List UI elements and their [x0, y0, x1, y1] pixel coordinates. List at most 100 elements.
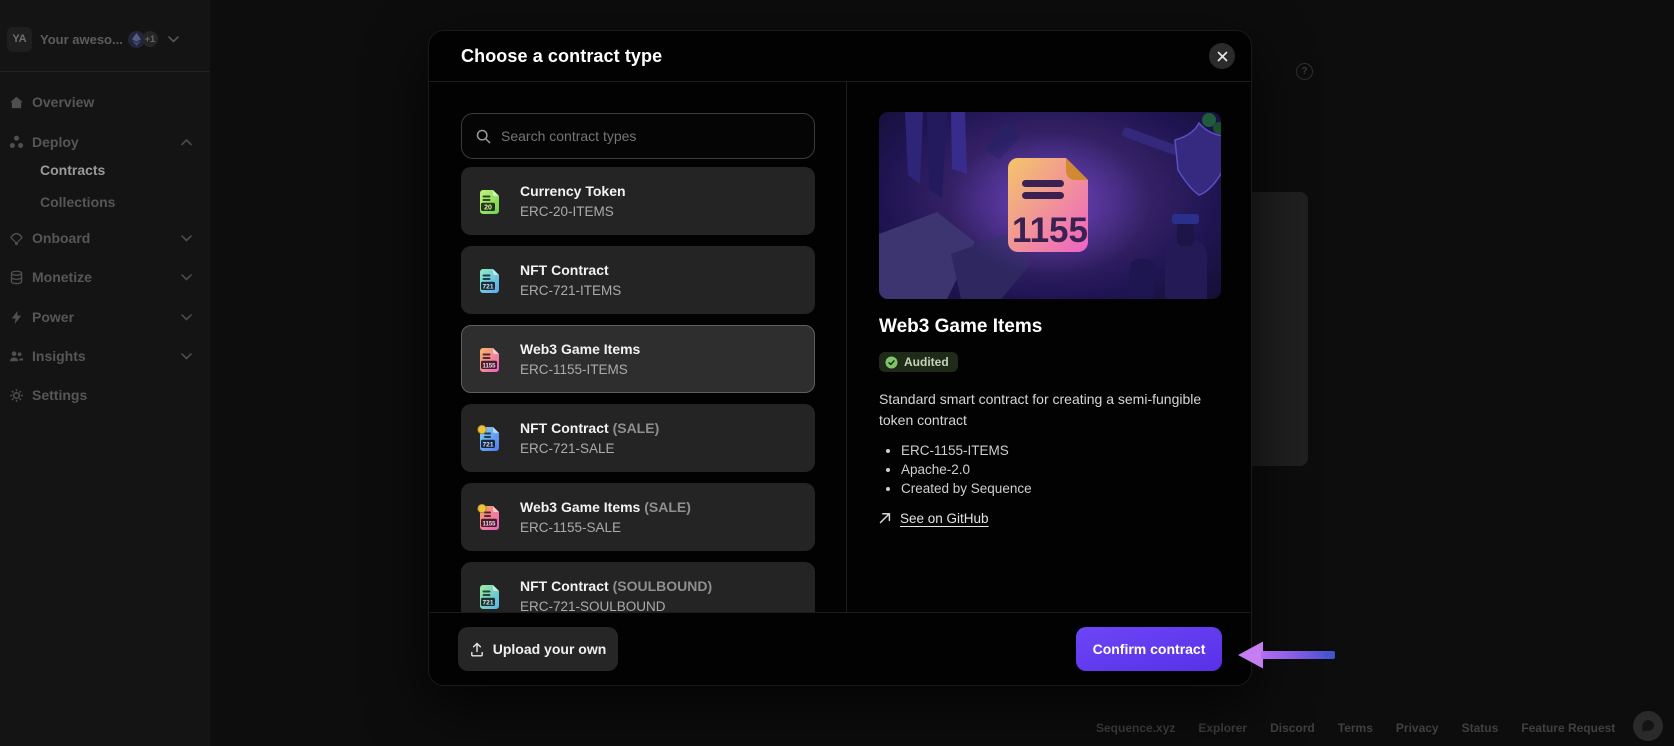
- contract-card-title: Currency Token: [520, 183, 626, 199]
- confirm-button-label: Confirm contract: [1092, 641, 1206, 657]
- contract-card-erc1155-items[interactable]: 1155 Web3 Game Items ERC-1155-ITEMS: [461, 325, 815, 393]
- confirm-contract-button[interactable]: Confirm contract: [1076, 627, 1222, 671]
- erc1155-sale-doc-icon: 1155: [477, 503, 503, 531]
- contract-card-erc721-soulbound[interactable]: 721 NFT Contract (SOULBOUND) ERC-721-SOU…: [461, 562, 815, 612]
- users-icon: [8, 349, 24, 364]
- footer-link-discord[interactable]: Discord: [1270, 721, 1315, 735]
- lightning-icon: [8, 310, 24, 325]
- workspace-avatar: YA: [7, 26, 32, 52]
- footer-link-feature-request[interactable]: Feature Request: [1521, 721, 1615, 735]
- upload-your-own-button[interactable]: Upload your own: [458, 627, 618, 671]
- detail-description: Standard smart contract for creating a s…: [879, 390, 1202, 428]
- sidebar-item-label: Deploy: [32, 134, 79, 150]
- coins-icon: [8, 270, 24, 285]
- sidebar: YA Your aweso... +1 Overview Deploy Cont…: [0, 0, 210, 746]
- chevron-up-icon: [181, 138, 192, 145]
- workspace-name: Your aweso...: [40, 31, 123, 47]
- close-icon: [1217, 51, 1227, 61]
- audited-badge: Audited: [879, 352, 958, 372]
- sidebar-item-settings[interactable]: Settings: [8, 381, 200, 409]
- erc721-soulbound-doc-icon: 721: [477, 582, 503, 610]
- sidebar-divider: [0, 71, 210, 72]
- contract-card-erc20-items[interactable]: 20 Currency Token ERC-20-ITEMS: [461, 167, 815, 235]
- search-icon: [476, 129, 491, 143]
- svg-text:1155: 1155: [1012, 211, 1088, 250]
- detail-bullet-list: ERC-1155-ITEMS Apache-2.0 Created by Seq…: [879, 441, 1221, 498]
- sidebar-item-label: Overview: [32, 94, 95, 110]
- modal-header: Choose a contract type: [429, 31, 1251, 82]
- pointer-arrow-icon: [1238, 641, 1335, 669]
- choose-contract-modal: Choose a contract type 20 Currency Token: [428, 30, 1252, 686]
- contract-card-title: NFT Contract (SALE): [520, 420, 660, 436]
- sidebar-item-label: Onboard: [32, 230, 91, 246]
- detail-bullet: Created by Sequence: [901, 479, 1221, 498]
- sidebar-item-label: Collections: [40, 194, 116, 210]
- github-link-label: See on GitHub: [900, 510, 989, 526]
- svg-text:1155: 1155: [482, 521, 496, 527]
- upload-icon: [470, 642, 483, 656]
- erc721-doc-icon: 721: [477, 266, 503, 294]
- workspace-chevron-down-icon: [168, 35, 179, 43]
- contract-list-panel: 20 Currency Token ERC-20-ITEMS 721 NFT C…: [429, 82, 847, 612]
- chevron-down-icon: [181, 273, 192, 281]
- erc1155-doc-icon: 1155: [477, 345, 503, 373]
- sidebar-item-overview[interactable]: Overview: [8, 88, 200, 116]
- detail-bullet: Apache-2.0: [901, 460, 1221, 479]
- svg-text:20: 20: [484, 204, 492, 211]
- hero-art: 1155: [879, 112, 1221, 299]
- sidebar-item-deploy[interactable]: Deploy: [8, 128, 200, 156]
- chevron-down-icon: [181, 352, 192, 360]
- sidebar-item-label: Insights: [32, 348, 86, 364]
- contract-card-title: Web3 Game Items: [520, 341, 641, 357]
- erc721-sale-doc-icon: 721: [477, 424, 503, 452]
- chevron-down-icon: [181, 234, 192, 242]
- contract-search: [461, 113, 815, 159]
- contract-card-erc721-sale[interactable]: 721 NFT Contract (SALE) ERC-721-SALE: [461, 404, 815, 472]
- contract-card-erc1155-sale[interactable]: 1155 Web3 Game Items (SALE) ERC-1155-SAL…: [461, 483, 815, 551]
- footer-link-status[interactable]: Status: [1462, 721, 1499, 735]
- sidebar-item-power[interactable]: Power: [8, 303, 200, 331]
- sidebar-item-onboard[interactable]: Onboard: [8, 224, 200, 252]
- search-input[interactable]: [501, 128, 800, 144]
- detail-title: Web3 Game Items: [879, 316, 1043, 337]
- contract-card-code: ERC-721-ITEMS: [520, 283, 622, 298]
- parachute-icon: [8, 231, 24, 246]
- footer-link-explorer[interactable]: Explorer: [1198, 721, 1247, 735]
- hero-1155-doc-icon: 1155: [1008, 158, 1088, 252]
- sidebar-item-collections[interactable]: Collections: [8, 190, 200, 214]
- sidebar-item-label: Settings: [32, 387, 88, 403]
- chevron-down-icon: [181, 313, 192, 321]
- contract-card-code: ERC-721-SOULBOUND: [520, 599, 666, 612]
- help-icon[interactable]: ?: [1296, 63, 1313, 80]
- footer-link-privacy[interactable]: Privacy: [1396, 721, 1439, 735]
- contract-card-title: NFT Contract: [520, 262, 609, 278]
- contract-card-title: NFT Contract (SOULBOUND): [520, 578, 713, 594]
- hero-illustration: 1155: [879, 112, 1221, 299]
- sidebar-item-insights[interactable]: Insights: [8, 342, 200, 370]
- modal-footer: Upload your own Confirm contract: [429, 612, 1251, 685]
- footer-link-sequence[interactable]: Sequence.xyz: [1096, 721, 1175, 735]
- sidebar-item-label: Monetize: [32, 269, 92, 285]
- github-link[interactable]: See on GitHub: [879, 511, 1221, 526]
- contract-card-code: ERC-20-ITEMS: [520, 204, 614, 219]
- svg-text:721: 721: [482, 599, 493, 606]
- detail-bullet: ERC-1155-ITEMS: [901, 441, 1221, 460]
- contract-card-code: ERC-1155-SALE: [520, 520, 622, 535]
- footer-link-terms[interactable]: Terms: [1338, 721, 1373, 735]
- home-icon: [8, 95, 24, 110]
- workspace-selector[interactable]: YA Your aweso... +1: [7, 25, 179, 53]
- sidebar-item-contracts[interactable]: Contracts: [8, 158, 200, 182]
- close-button[interactable]: [1209, 43, 1235, 69]
- contract-card-erc721-items[interactable]: 721 NFT Contract ERC-721-ITEMS: [461, 246, 815, 314]
- sidebar-item-monetize[interactable]: Monetize: [8, 263, 200, 291]
- contract-card-code: ERC-1155-ITEMS: [520, 362, 628, 377]
- page-footer-links: Sequence.xyz Explorer Discord Terms Priv…: [1096, 721, 1615, 735]
- gear-icon: [8, 388, 24, 403]
- contract-detail-panel: 1155 Web3 Game Items Audited Standard sm…: [847, 82, 1251, 612]
- svg-text:721: 721: [482, 441, 493, 448]
- contract-card-title: Web3 Game Items (SALE): [520, 499, 691, 515]
- external-link-icon: [879, 513, 891, 524]
- audited-badge-label: Audited: [904, 355, 949, 369]
- chat-bubble-button[interactable]: [1633, 711, 1663, 741]
- svg-text:1155: 1155: [482, 363, 496, 369]
